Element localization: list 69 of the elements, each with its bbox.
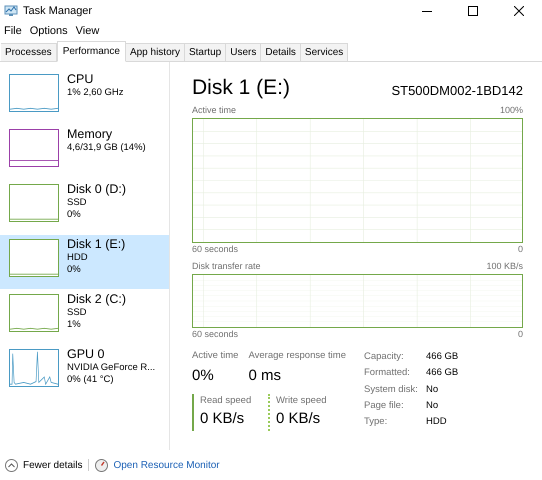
property-value: 466 GB [426, 350, 458, 364]
collapse-icon [5, 458, 18, 472]
sidebar-item[interactable]: CPU 1% 2,60 GHz [0, 70, 169, 124]
disk-model: ST500DM002-1BD142 [391, 82, 523, 100]
resource-detail: SSD [67, 307, 88, 319]
property-label: System disk: [364, 382, 419, 397]
resource-detail: 4,6/31,9 GB (14%) [67, 142, 146, 154]
window-title: Task Manager [23, 4, 92, 19]
stat-value: 0 KB/s [276, 409, 322, 429]
property-label: Capacity: [364, 350, 405, 364]
graph-max: 100 KB/s [486, 260, 523, 273]
stat-value: 0 KB/s [200, 409, 246, 429]
resource-monitor-link[interactable]: Open Resource Monitor [95, 458, 220, 472]
stat-label: Read speed [200, 394, 252, 408]
resource-name: Disk 2 (C:) [67, 292, 126, 307]
stat-label: Average response time [248, 349, 346, 363]
resource-name: GPU 0 [67, 347, 106, 362]
gauge-icon [95, 458, 108, 472]
graph-label: Disk transfer rate [192, 260, 261, 273]
sidebar-item[interactable]: Disk 2 (C:) SSD 1% [0, 290, 169, 344]
resource-detail: 0% [67, 209, 82, 221]
sidebar-item[interactable]: Disk 0 (D:) SSD 0% [0, 180, 169, 234]
minimize-icon [422, 10, 432, 12]
resource-detail: 1% [67, 319, 82, 331]
maximize-icon [468, 6, 478, 16]
property-value: No [426, 398, 440, 413]
resource-detail: SSD [67, 197, 88, 209]
sidebar-item[interactable]: GPU 0 NVIDIA GeForce R... 0% (41 °C) [0, 345, 169, 399]
disk-title: Disk 1 (E:) [192, 76, 290, 100]
stat-label: Write speed [276, 394, 328, 408]
sidebar-item[interactable]: Memory 4,6/31,9 GB (14%) [0, 125, 169, 179]
resource-detail: NVIDIA GeForce R... [67, 362, 156, 374]
sidebar-item[interactable]: Disk 1 (E:) HDD 0% [0, 235, 169, 289]
resource-name: CPU [67, 72, 94, 87]
property-value: No [426, 382, 440, 397]
graph-label: Active time [192, 104, 236, 117]
menu-item[interactable]: View [76, 23, 100, 40]
menu-item[interactable]: Options [30, 23, 68, 40]
property-label: Formatted: [364, 366, 411, 380]
resource-name: Disk 1 (E:) [67, 237, 126, 252]
tab[interactable]: Startup [184, 43, 226, 61]
resource-detail: 1% 2,60 GHz [67, 87, 124, 99]
property-label: Page file: [364, 398, 405, 413]
fewer-details-button[interactable]: Fewer details [5, 458, 82, 472]
resource-name: Disk 0 (D:) [67, 182, 126, 197]
stat-label: Active time [192, 349, 238, 363]
graph-span: 60 seconds [192, 328, 238, 340]
tab[interactable]: Performance [56, 41, 126, 62]
graph-min: 0 [518, 328, 523, 340]
resource-detail: HDD [67, 252, 89, 264]
graph-span: 60 seconds [192, 242, 238, 256]
tab[interactable]: Details [261, 43, 301, 61]
tab[interactable]: Users [226, 43, 262, 61]
property-value: 466 GB [426, 366, 458, 380]
resource-detail: 0% [67, 264, 82, 276]
monitor-icon [4, 5, 18, 17]
resource-detail: 0% (41 °C) [67, 374, 115, 386]
tab[interactable]: Services [300, 43, 348, 61]
graph-max: 100% [500, 104, 523, 117]
stat-value: 0% [192, 366, 215, 386]
graph-min: 0 [518, 242, 523, 256]
property-label: Type: [364, 415, 388, 430]
stat-value: 0 ms [248, 366, 282, 386]
resource-name: Memory [67, 127, 114, 142]
property-value: HDD [426, 415, 448, 430]
close-icon [514, 6, 524, 16]
menu-item[interactable]: File [4, 23, 22, 40]
tab[interactable]: App history [126, 43, 185, 61]
tab[interactable]: Processes [1, 43, 57, 61]
